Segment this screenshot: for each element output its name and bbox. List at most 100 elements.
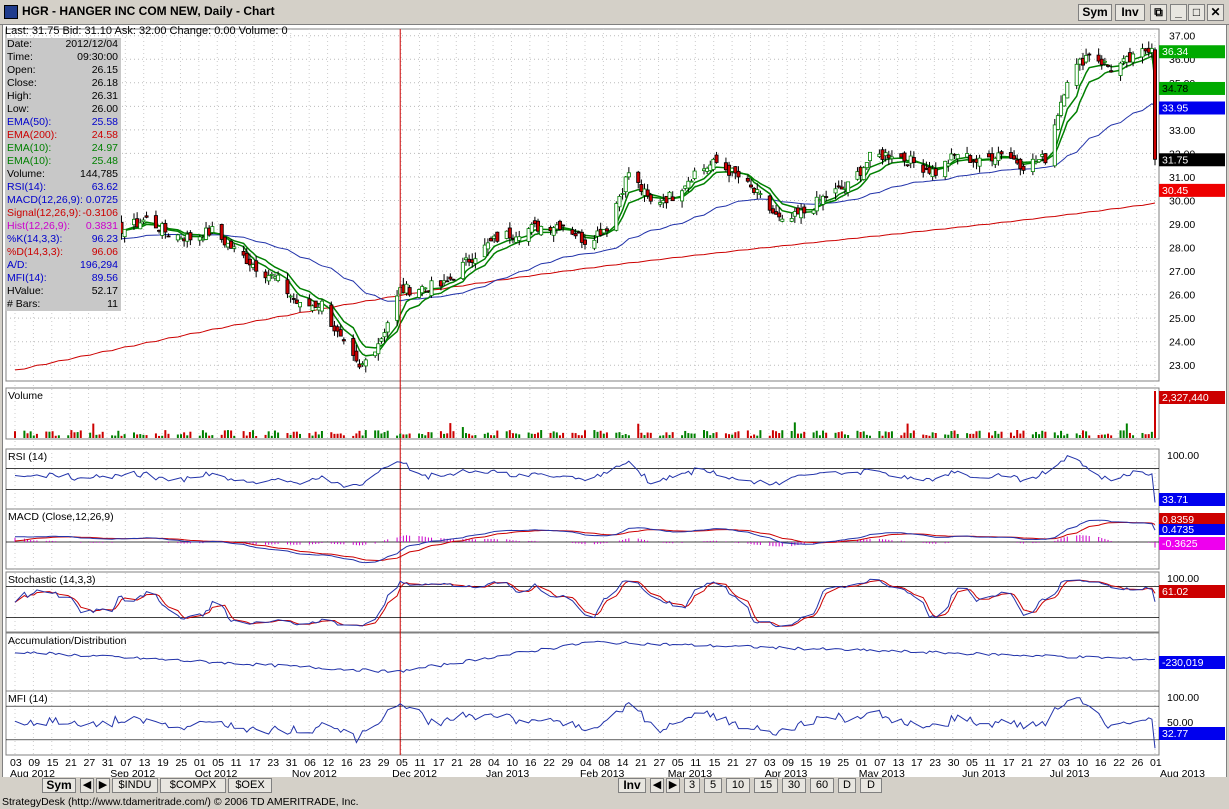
panel-stoch: [5, 571, 1160, 633]
candle-body: [548, 226, 553, 232]
period-60[interactable]: 60: [810, 778, 834, 793]
bottom-toolbar: Sym ◀ ▶ $INDU $COMPX $OEX Inv ◀ ▶ 3 5 10…: [0, 777, 1229, 795]
inv-next-arrow-icon[interactable]: ▶: [666, 778, 680, 793]
candle-body: [811, 209, 816, 214]
candle-body: [423, 287, 428, 290]
period-10[interactable]: 10: [726, 778, 750, 793]
candle-body: [373, 351, 378, 357]
volume-panel-title: Volume: [8, 390, 43, 402]
candle-body: [855, 171, 860, 180]
candle-body: [251, 264, 256, 268]
data-window-label: Signal(12,26,9):: [7, 207, 82, 219]
candle-body: [407, 287, 412, 296]
candle-body: [341, 339, 346, 342]
x-day-label: 29: [378, 757, 390, 769]
price-tick-label: 23.00: [1169, 360, 1195, 372]
inv-tab-button[interactable]: Inv: [618, 778, 646, 793]
x-day-label: 23: [267, 757, 279, 769]
data-window-row: Close: 26.18: [5, 77, 121, 90]
hist-tag-text: -0.3625: [1162, 538, 1198, 550]
candle-body: [642, 188, 647, 196]
period-15[interactable]: 15: [754, 778, 778, 793]
candle-body: [1118, 62, 1123, 76]
close-icon[interactable]: ✕: [1207, 4, 1224, 21]
candle-body: [1015, 159, 1020, 164]
candle-body: [1084, 55, 1089, 63]
tab-oex[interactable]: $OEX: [228, 778, 272, 793]
sym-tab-button[interactable]: Sym: [42, 778, 76, 793]
data-window-label: %K(14,3,3):: [7, 233, 63, 245]
candle-body: [291, 298, 296, 300]
chart-canvas[interactable]: 37.0036.0035.0034.0033.0032.0031.0030.00…: [3, 25, 1226, 778]
period-3[interactable]: 3: [684, 778, 700, 793]
candle-body: [526, 228, 531, 242]
price-value-tag-text: 31.75: [1162, 154, 1188, 166]
x-day-label: 22: [543, 757, 555, 769]
candle-body: [451, 278, 456, 281]
candle-body: [705, 167, 710, 172]
candle-body: [225, 242, 230, 248]
candle-body: [968, 155, 973, 163]
sym-button[interactable]: Sym: [1078, 4, 1112, 21]
data-window-value: 196,294: [80, 259, 118, 271]
candle-body: [683, 185, 688, 189]
candle-body: [974, 158, 979, 163]
candle-body: [1055, 115, 1060, 130]
detach-icon[interactable]: ⧉: [1150, 4, 1167, 21]
candle-body: [601, 229, 606, 234]
inv-button[interactable]: Inv: [1115, 4, 1145, 21]
x-day-label: 27: [745, 757, 757, 769]
candle-body: [266, 275, 271, 282]
data-window-row: A/D: 196,294: [5, 259, 121, 272]
data-window-value: 96.23: [91, 233, 118, 245]
candle-body: [557, 220, 562, 230]
tab-indu[interactable]: $INDU: [112, 778, 158, 793]
data-window-label: Time:: [7, 51, 33, 63]
maximize-icon[interactable]: □: [1188, 4, 1205, 21]
x-day-label: 26: [1132, 757, 1144, 769]
candle-body: [748, 184, 753, 188]
period-daily[interactable]: D: [838, 778, 856, 793]
candle-body: [604, 228, 609, 232]
period-daily-alt[interactable]: D: [860, 778, 882, 793]
candle-body: [460, 261, 465, 280]
x-day-label: 21: [1021, 757, 1033, 769]
candle-body: [927, 166, 932, 174]
period-30[interactable]: 30: [782, 778, 806, 793]
period-5[interactable]: 5: [704, 778, 722, 793]
candle-body: [385, 322, 390, 333]
data-window-row: RSI(14): 63.62: [5, 181, 121, 194]
candle-body: [999, 151, 1004, 155]
data-window-row: %D(14,3,3): 96.06: [5, 246, 121, 259]
candle-body: [780, 218, 785, 222]
tab-compx[interactable]: $COMPX: [160, 778, 226, 793]
candle-body: [1087, 53, 1092, 56]
inv-prev-arrow-icon[interactable]: ◀: [650, 778, 664, 793]
x-day-label: 16: [341, 757, 353, 769]
candle-body: [933, 168, 938, 176]
minimize-icon[interactable]: _: [1170, 4, 1187, 21]
candle-body: [175, 234, 180, 241]
next-arrow-icon[interactable]: ▶: [96, 778, 110, 793]
candle-body: [536, 220, 541, 232]
candle-body: [382, 332, 387, 338]
x-day-label: 27: [654, 757, 666, 769]
price-value-tag-text: 36.34: [1162, 46, 1188, 58]
candle-body: [254, 260, 259, 272]
quote-bid: Bid: 31.10: [62, 25, 113, 37]
prev-arrow-icon[interactable]: ◀: [80, 778, 94, 793]
candle-body: [132, 218, 137, 226]
x-day-label: 25: [175, 757, 187, 769]
data-window-value: 89.56: [91, 272, 118, 284]
candle-body: [943, 160, 948, 178]
candle-body: [889, 156, 894, 160]
candle-body: [921, 164, 926, 173]
candle-body: [645, 189, 650, 197]
candle-body: [1021, 165, 1026, 171]
candle-body: [583, 239, 588, 245]
candle-body: [977, 157, 982, 167]
candle-body: [204, 227, 209, 240]
data-window-row: MFI(14): 89.56: [5, 272, 121, 285]
candle-body: [911, 157, 916, 164]
candle-body: [570, 229, 575, 235]
